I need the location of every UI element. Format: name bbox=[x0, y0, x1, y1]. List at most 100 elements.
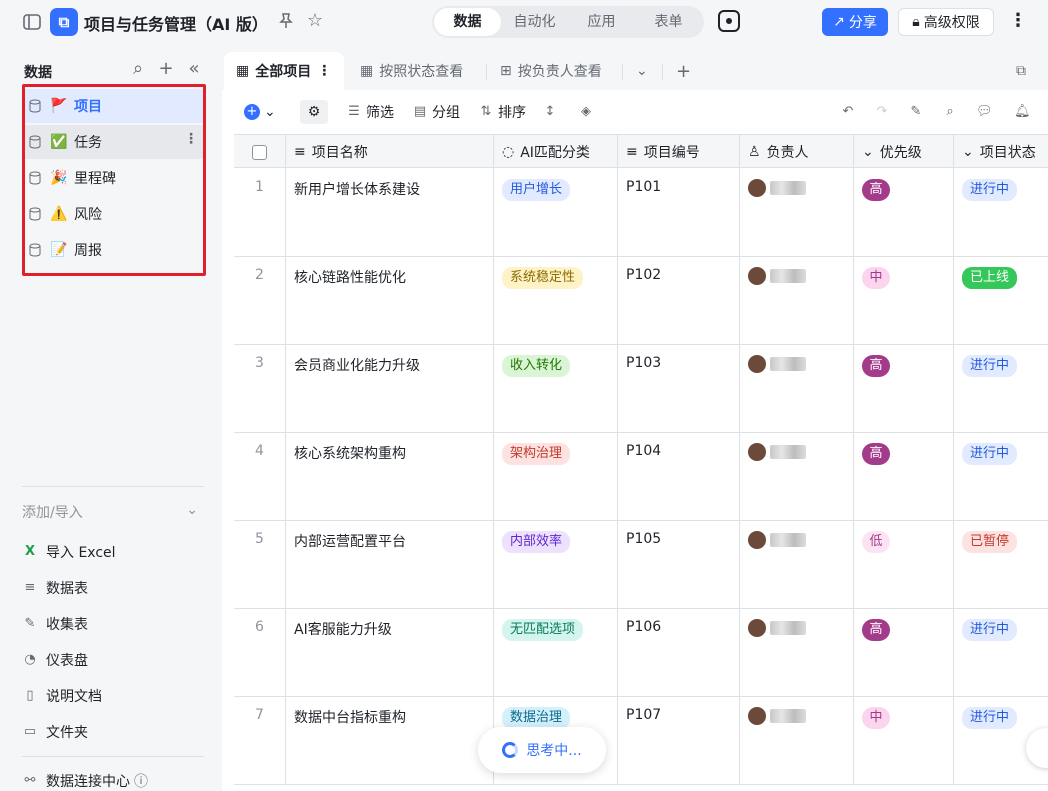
cell-project-code[interactable]: P101 bbox=[618, 169, 740, 257]
notification-icon[interactable]: 🔔︎ bbox=[1014, 100, 1031, 124]
cell-priority[interactable]: 高 bbox=[854, 433, 954, 521]
table-row[interactable]: 2 核心链路性能优化 系统稳定性 P102 中 已上线 bbox=[234, 257, 1048, 345]
collapse-icon[interactable]: « bbox=[184, 59, 204, 79]
sort-button[interactable]: ⇅ 排序 bbox=[478, 100, 526, 124]
table-row[interactable]: 4 核心系统架构重构 架构治理 P104 高 进行中 bbox=[234, 433, 1048, 521]
comment-icon[interactable]: 💬︎ bbox=[976, 100, 993, 124]
cell-owner[interactable] bbox=[740, 697, 854, 785]
cell-priority[interactable]: 高 bbox=[854, 609, 954, 697]
cell-ai-category[interactable]: 系统稳定性 bbox=[494, 257, 618, 345]
cell-project-name[interactable]: AI客服能力升级 bbox=[286, 609, 494, 697]
cell-project-code[interactable]: P105 bbox=[618, 521, 740, 609]
cell-priority[interactable]: 低 bbox=[854, 521, 954, 609]
cell-project-name[interactable]: 会员商业化能力升级 bbox=[286, 345, 494, 433]
row-height-icon[interactable]: ↕ bbox=[542, 100, 558, 124]
cell-status[interactable]: 已暂停 bbox=[954, 521, 1048, 609]
tab-forms[interactable]: 表单 bbox=[635, 8, 702, 36]
column-header-owner[interactable]: ♙ 负责人 bbox=[740, 135, 854, 169]
cell-project-name[interactable]: 核心链路性能优化 bbox=[286, 257, 494, 345]
table-row[interactable]: 7 数据中台指标重构 数据治理 P107 中 进行中 bbox=[234, 697, 1048, 785]
column-header-ai-category[interactable]: ◌ AI匹配分类 bbox=[494, 135, 618, 169]
view-tab-by-status[interactable]: ▦ 按照状态查看 bbox=[348, 52, 475, 90]
import-excel-item[interactable]: X 导入 Excel bbox=[22, 537, 204, 567]
cell-owner[interactable] bbox=[740, 433, 854, 521]
cell-project-name[interactable]: 新用户增长体系建设 bbox=[286, 169, 494, 257]
cell-project-code[interactable]: P103 bbox=[618, 345, 740, 433]
cell-owner[interactable] bbox=[740, 609, 854, 697]
more-icon[interactable]: ⋮ bbox=[1008, 10, 1028, 34]
add-icon[interactable]: + bbox=[156, 59, 176, 79]
cell-status[interactable]: 进行中 bbox=[954, 169, 1048, 257]
cell-priority[interactable]: 高 bbox=[854, 345, 954, 433]
add-import-header[interactable]: 添加/导入 ⌄ bbox=[22, 502, 204, 522]
module-icon[interactable] bbox=[718, 10, 740, 32]
select-all-checkbox[interactable] bbox=[234, 135, 286, 169]
cell-priority[interactable]: 中 bbox=[854, 697, 954, 785]
table-row[interactable]: 3 会员商业化能力升级 收入转化 P103 高 进行中 bbox=[234, 345, 1048, 433]
cell-ai-category[interactable]: 内部效率 bbox=[494, 521, 618, 609]
add-dashboard-item[interactable]: ◔ 仪表盘 bbox=[22, 645, 204, 675]
more-icon[interactable]: ⋮ bbox=[317, 63, 331, 79]
cell-ai-category[interactable]: 用户增长 bbox=[494, 169, 618, 257]
add-folder-item[interactable]: ▭ 文件夹 bbox=[22, 717, 204, 747]
cell-project-code[interactable]: P104 bbox=[618, 433, 740, 521]
edit-icon[interactable]: ✎ bbox=[908, 100, 924, 124]
view-tab-all[interactable]: ▦ 全部项目 ⋮ bbox=[224, 52, 344, 90]
cell-status[interactable]: 已上线 bbox=[954, 257, 1048, 345]
search-icon[interactable]: ⌕ bbox=[942, 100, 958, 124]
table-row[interactable]: 6 AI客服能力升级 无匹配选项 P106 高 进行中 bbox=[234, 609, 1048, 697]
cell-priority[interactable]: 中 bbox=[854, 257, 954, 345]
pin-icon[interactable] bbox=[276, 11, 296, 31]
view-tab-by-owner[interactable]: ⊞ 按负责人查看 bbox=[488, 52, 614, 90]
paint-icon[interactable]: ◈ bbox=[578, 100, 594, 124]
add-record-button[interactable]: + ⌄ bbox=[244, 100, 276, 124]
cell-ai-category[interactable]: 架构治理 bbox=[494, 433, 618, 521]
cell-priority[interactable]: 高 bbox=[854, 169, 954, 257]
cell-project-code[interactable]: P102 bbox=[618, 257, 740, 345]
cell-owner[interactable] bbox=[740, 257, 854, 345]
add-item-label: 文件夹 bbox=[46, 725, 88, 741]
column-header-name[interactable]: ≡ 项目名称 bbox=[286, 135, 494, 169]
cell-owner[interactable] bbox=[740, 345, 854, 433]
filter-button[interactable]: ☰ 筛选 bbox=[346, 100, 394, 124]
extension-icon[interactable]: ⧉ bbox=[1004, 52, 1038, 90]
cell-owner[interactable] bbox=[740, 169, 854, 257]
search-icon[interactable]: ⌕ bbox=[128, 59, 148, 79]
tab-apps[interactable]: 应用 bbox=[568, 8, 635, 36]
cell-project-code[interactable]: P107 bbox=[618, 697, 740, 785]
group-button[interactable]: ▤ 分组 bbox=[412, 100, 460, 124]
column-header-priority[interactable]: ⌄ 优先级 bbox=[854, 135, 954, 169]
cell-status[interactable]: 进行中 bbox=[954, 609, 1048, 697]
cell-project-code[interactable]: P106 bbox=[618, 609, 740, 697]
table-row[interactable]: 5 内部运营配置平台 内部效率 P105 低 已暂停 bbox=[234, 521, 1048, 609]
column-header-code[interactable]: ≡ 项目编号 bbox=[618, 135, 740, 169]
redo-icon[interactable]: ↷ bbox=[874, 100, 890, 124]
help-icon[interactable]: ⓘ bbox=[134, 771, 148, 791]
cell-project-name[interactable]: 内部运营配置平台 bbox=[286, 521, 494, 609]
ai-thinking-pill[interactable]: 思考中... bbox=[478, 727, 606, 773]
cell-status[interactable]: 进行中 bbox=[954, 433, 1048, 521]
cell-project-name[interactable]: 核心系统架构重构 bbox=[286, 433, 494, 521]
column-header-status[interactable]: ⌄ 项目状态 bbox=[954, 135, 1048, 169]
cell-ai-category[interactable]: 收入转化 bbox=[494, 345, 618, 433]
cell-project-name[interactable]: 数据中台指标重构 bbox=[286, 697, 494, 785]
advanced-permission-button[interactable]: 🔒︎ 高级权限 bbox=[898, 8, 994, 36]
sidebar-toggle-icon[interactable] bbox=[22, 12, 42, 32]
undo-icon[interactable]: ↶ bbox=[840, 100, 856, 124]
cell-status[interactable]: 进行中 bbox=[954, 345, 1048, 433]
data-connect-item[interactable]: ⚯ 数据连接中心 ⓘ bbox=[22, 766, 204, 791]
cell-owner[interactable] bbox=[740, 521, 854, 609]
star-icon[interactable]: ☆ bbox=[304, 10, 326, 32]
share-button[interactable]: ↗ 分享 bbox=[822, 8, 888, 36]
add-table-item[interactable]: ≡ 数据表 bbox=[22, 573, 204, 603]
tab-automation[interactable]: 自动化 bbox=[501, 8, 568, 36]
checkbox[interactable] bbox=[252, 144, 267, 160]
tab-data[interactable]: 数据 bbox=[434, 8, 501, 36]
settings-icon[interactable]: ⚙ bbox=[300, 100, 328, 124]
add-form-item[interactable]: ✎ 收集表 bbox=[22, 609, 204, 639]
add-doc-item[interactable]: ▯ 说明文档 bbox=[22, 681, 204, 711]
view-more-chevron-icon[interactable]: ⌄ bbox=[624, 52, 660, 90]
table-row[interactable]: 1 新用户增长体系建设 用户增长 P101 高 进行中 bbox=[234, 169, 1048, 257]
add-view-icon[interactable]: + bbox=[664, 52, 703, 90]
cell-ai-category[interactable]: 无匹配选项 bbox=[494, 609, 618, 697]
